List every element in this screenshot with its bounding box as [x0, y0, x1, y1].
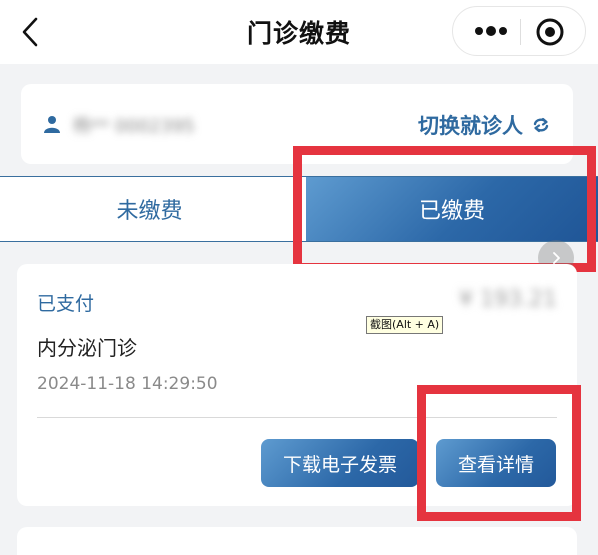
screenshot-tooltip: 截图(Alt + A)	[366, 316, 444, 334]
tab-unpaid[interactable]: 未缴费	[0, 177, 299, 241]
view-details-button[interactable]: 查看详情	[436, 439, 556, 487]
payment-tabs: 未缴费 已缴费	[0, 176, 598, 242]
page: 门诊缴费 杨** 0002395 切换就诊人 未缴费 已缴费 已支付 ¥ 193…	[0, 0, 598, 555]
patient-card: 杨** 0002395 切换就诊人	[21, 84, 573, 164]
refresh-icon	[533, 117, 549, 133]
download-invoice-button[interactable]: 下载电子发票	[261, 439, 419, 487]
more-dots-icon	[475, 26, 507, 36]
chevron-right-icon	[553, 252, 560, 264]
target-circle-icon	[536, 18, 564, 46]
payment-amount: ¥ 193.21	[459, 287, 557, 312]
mini-program-capsule	[452, 6, 586, 56]
department-name: 内分泌门诊	[37, 336, 137, 360]
top-nav-bar: 门诊缴费	[0, 0, 598, 64]
switch-patient-label: 切换就诊人	[418, 114, 523, 138]
close-mini-program-button[interactable]	[531, 13, 569, 51]
more-button[interactable]	[461, 10, 517, 52]
next-record-card	[17, 527, 577, 555]
capsule-divider	[520, 19, 521, 45]
payment-record-card: 已支付 ¥ 193.21 内分泌门诊 2024-11-18 14:29:50 下…	[17, 264, 577, 506]
payment-status: 已支付	[37, 293, 95, 315]
payment-time: 2024-11-18 14:29:50	[37, 374, 218, 394]
tab-paid[interactable]: 已缴费	[306, 177, 598, 241]
switch-patient-button[interactable]: 切换就诊人	[418, 110, 551, 140]
patient-info: 杨** 0002395	[73, 116, 195, 137]
user-icon	[44, 116, 60, 133]
card-divider	[37, 417, 557, 418]
